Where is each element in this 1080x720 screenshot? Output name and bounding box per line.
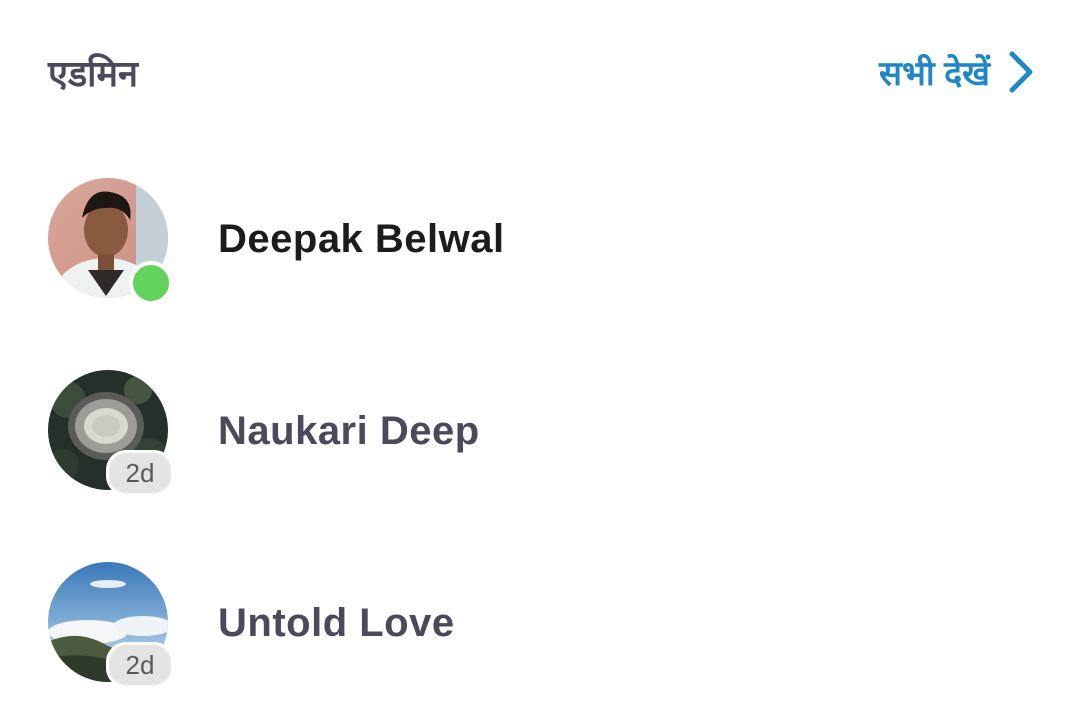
online-status-dot [129, 261, 173, 305]
avatar-container: 2d [48, 562, 174, 688]
admin-name: Naukari Deep [218, 408, 480, 453]
last-active-badge: 2d [106, 642, 174, 688]
admin-name: Deepak Belwal [218, 216, 505, 261]
last-active-badge: 2d [106, 450, 174, 496]
chevron-right-icon [1009, 51, 1033, 93]
admin-name: Untold Love [218, 600, 455, 645]
admins-section: एडमिन सभी देखें Deepak Belwal 2d Naukari… [0, 0, 1080, 720]
section-header: एडमिन सभी देखें [48, 44, 1036, 100]
admin-row-deepak-belwal[interactable]: Deepak Belwal [48, 178, 1028, 305]
avatar-container [48, 178, 173, 305]
see-all-link[interactable]: सभी देखें [879, 49, 1036, 95]
avatar-container: 2d [48, 370, 174, 496]
admin-list: Deepak Belwal 2d Naukari Deep 2d Untold … [48, 178, 1028, 720]
admin-row-naukari-deep[interactable]: 2d Naukari Deep [48, 370, 1028, 496]
see-all-label: सभी देखें [878, 55, 990, 93]
section-title: एडमिन [48, 52, 139, 94]
admin-row-untold-love[interactable]: 2d Untold Love [48, 562, 1028, 688]
